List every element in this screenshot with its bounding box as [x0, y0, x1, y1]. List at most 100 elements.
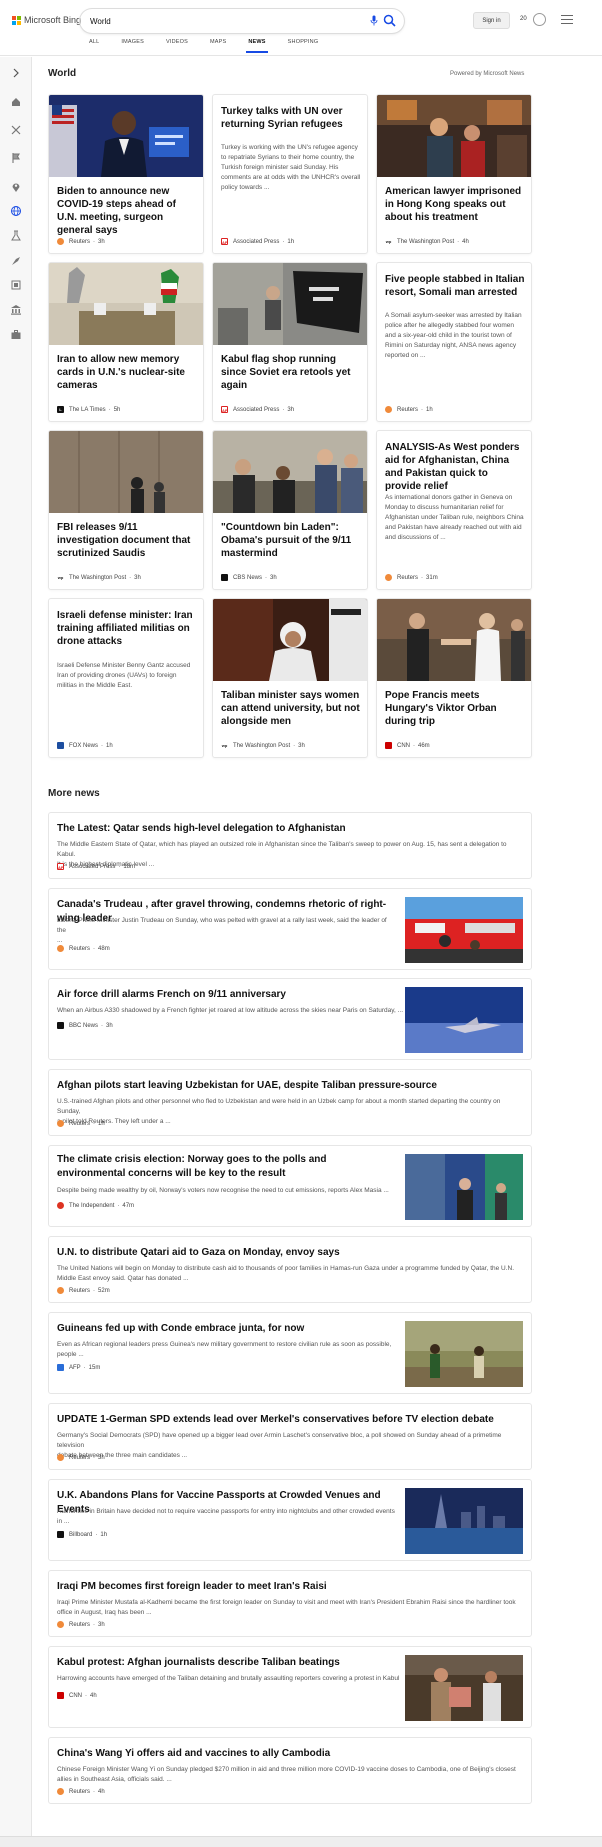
search-icon[interactable]: [383, 14, 396, 27]
news-source[interactable]: Reuters · 48m: [57, 945, 110, 952]
news-list-item[interactable]: The climate crisis election: Norway goes…: [48, 1145, 532, 1227]
source-time: 1h: [426, 406, 433, 413]
science-icon[interactable]: [10, 230, 22, 242]
card-source[interactable]: Reuters · 3h: [57, 238, 105, 245]
news-title[interactable]: Afghan pilots start leaving Uzbekistan f…: [57, 1079, 437, 1093]
news-source[interactable]: Billboard · 1h: [57, 1531, 107, 1538]
search-input[interactable]: [90, 16, 320, 26]
news-card[interactable]: Taliban minister says women can attend u…: [212, 598, 368, 758]
card-title[interactable]: Five people stabbed in Italian resort, S…: [385, 273, 525, 299]
news-title[interactable]: The Latest: Qatar sends high-level deleg…: [57, 822, 346, 836]
tab-shopping[interactable]: SHOPPING: [288, 39, 319, 53]
card-title[interactable]: Kabul flag shop running since Soviet era…: [221, 353, 361, 392]
news-source[interactable]: CNN · 4h: [57, 1692, 97, 1699]
search-box[interactable]: [80, 9, 404, 33]
news-source[interactable]: AFP · 15m: [57, 1364, 100, 1371]
card-source[interactable]: AP Associated Press · 1h: [221, 238, 294, 245]
powered-by-label[interactable]: Powered by Microsoft News: [450, 71, 524, 77]
source-name: The LA Times: [69, 406, 106, 413]
news-title[interactable]: UPDATE 1-German SPD extends lead over Me…: [57, 1413, 494, 1427]
news-card[interactable]: Five people stabbed in Italian resort, S…: [376, 262, 532, 422]
tab-images[interactable]: IMAGES: [121, 39, 144, 53]
location-icon[interactable]: [10, 181, 22, 193]
news-card[interactable]: Biden to announce new COVID-19 steps ahe…: [48, 94, 204, 254]
news-title[interactable]: Kabul protest: Afghan journalists descri…: [57, 1656, 397, 1670]
rewards-count[interactable]: 20: [520, 16, 527, 22]
card-source[interactable]: wp The Washington Post · 3h: [57, 574, 141, 581]
news-title[interactable]: China's Wang Yi offers aid and vaccines …: [57, 1747, 330, 1761]
card-title[interactable]: Iran to allow new memory cards in U.N.'s…: [57, 353, 197, 392]
business-icon[interactable]: [10, 329, 22, 341]
news-list-item[interactable]: Canada's Trudeau , after gravel throwing…: [48, 888, 532, 970]
card-source[interactable]: CNN · 46m: [385, 742, 430, 749]
news-list-item[interactable]: Afghan pilots start leaving Uzbekistan f…: [48, 1069, 532, 1136]
card-title[interactable]: American lawyer imprisoned in Hong Kong …: [385, 185, 525, 224]
card-title[interactable]: "Countdown bin Laden": Obama's pursuit o…: [221, 521, 361, 560]
news-title[interactable]: Air force drill alarms French on 9/11 an…: [57, 988, 397, 1002]
news-source[interactable]: Reuters · 52m: [57, 1287, 110, 1294]
rewards-icon[interactable]: [533, 13, 546, 26]
news-source[interactable]: BBC News · 3h: [57, 1022, 113, 1029]
sign-in-button[interactable]: Sign in: [473, 12, 510, 29]
politics-icon[interactable]: [10, 304, 22, 316]
news-list-item[interactable]: Kabul protest: Afghan journalists descri…: [48, 1646, 532, 1728]
news-card[interactable]: Pope Francis meets Hungary's Viktor Orba…: [376, 598, 532, 758]
card-source[interactable]: AP Associated Press · 3h: [221, 406, 294, 413]
card-title[interactable]: Israeli defense minister: Iran training …: [57, 609, 197, 648]
globe-icon[interactable]: [10, 205, 22, 217]
card-source[interactable]: L The LA Times · 5h: [57, 406, 120, 413]
news-list-item[interactable]: UPDATE 1-German SPD extends lead over Me…: [48, 1403, 532, 1470]
card-source[interactable]: Reuters · 31m: [385, 574, 438, 581]
card-title[interactable]: FBI releases 9/11 investigation document…: [57, 521, 197, 560]
tab-all[interactable]: ALL: [89, 39, 99, 53]
news-card[interactable]: Turkey talks with UN over returning Syri…: [212, 94, 368, 254]
news-source[interactable]: Reuters · 1h: [57, 1120, 105, 1127]
news-title[interactable]: U.N. to distribute Qatari aid to Gaza on…: [57, 1246, 340, 1260]
covid-icon[interactable]: [10, 124, 22, 136]
flag-icon[interactable]: [10, 152, 22, 164]
news-source[interactable]: AP Associated Press · 18m: [57, 863, 135, 870]
expand-sidebar-icon[interactable]: [10, 67, 22, 79]
news-source[interactable]: Reuters · 3h: [57, 1454, 105, 1461]
news-list-item[interactable]: Air force drill alarms French on 9/11 an…: [48, 978, 532, 1060]
news-list-item[interactable]: The Latest: Qatar sends high-level deleg…: [48, 812, 532, 879]
news-source[interactable]: Reuters · 4h: [57, 1788, 105, 1795]
tab-maps[interactable]: MAPS: [210, 39, 226, 53]
card-source[interactable]: Reuters · 1h: [385, 406, 433, 413]
news-source[interactable]: The Independent · 47m: [57, 1202, 134, 1209]
microphone-icon[interactable]: [370, 15, 378, 26]
news-title[interactable]: The climate crisis election: Norway goes…: [57, 1153, 397, 1181]
news-card[interactable]: "Countdown bin Laden": Obama's pursuit o…: [212, 430, 368, 590]
card-source[interactable]: wp The Washington Post · 3h: [221, 742, 305, 749]
news-list-item[interactable]: Guineans fed up with Conde embrace junta…: [48, 1312, 532, 1394]
news-title[interactable]: Iraqi PM becomes first foreign leader to…: [57, 1580, 327, 1594]
card-title[interactable]: Pope Francis meets Hungary's Viktor Orba…: [385, 689, 525, 728]
hamburger-menu-icon[interactable]: [561, 15, 573, 25]
news-list-item[interactable]: Iraqi PM becomes first foreign leader to…: [48, 1570, 532, 1637]
news-card[interactable]: American lawyer imprisoned in Hong Kong …: [376, 94, 532, 254]
news-list-item[interactable]: U.N. to distribute Qatari aid to Gaza on…: [48, 1236, 532, 1303]
card-title[interactable]: ANALYSIS-As West ponders aid for Afghani…: [385, 441, 525, 493]
card-source[interactable]: FOX News · 1h: [57, 742, 113, 749]
news-list-item[interactable]: China's Wang Yi offers aid and vaccines …: [48, 1737, 532, 1804]
news-source[interactable]: Reuters · 3h: [57, 1621, 105, 1628]
home-icon[interactable]: [10, 96, 22, 108]
news-card[interactable]: Kabul flag shop running since Soviet era…: [212, 262, 368, 422]
tab-news[interactable]: NEWS: [246, 39, 269, 53]
sports-icon[interactable]: [10, 255, 22, 267]
bing-logo[interactable]: Microsoft Bing: [12, 15, 81, 25]
entertainment-icon[interactable]: [10, 279, 22, 291]
card-source[interactable]: CBS News · 3h: [221, 574, 277, 581]
news-title[interactable]: Guineans fed up with Conde embrace junta…: [57, 1322, 397, 1336]
news-card[interactable]: ANALYSIS-As West ponders aid for Afghani…: [376, 430, 532, 590]
news-card[interactable]: Iran to allow new memory cards in U.N.'s…: [48, 262, 204, 422]
news-card[interactable]: Israeli defense minister: Iran training …: [48, 598, 204, 758]
card-title[interactable]: Biden to announce new COVID-19 steps ahe…: [57, 185, 197, 237]
card-title[interactable]: Taliban minister says women can attend u…: [221, 689, 361, 728]
news-card[interactable]: FBI releases 9/11 investigation document…: [48, 430, 204, 590]
news-list-item[interactable]: U.K. Abandons Plans for Vaccine Passport…: [48, 1479, 532, 1561]
tab-videos[interactable]: VIDEOS: [166, 39, 188, 53]
card-title[interactable]: Turkey talks with UN over returning Syri…: [221, 105, 361, 131]
source-time: 4h: [90, 1692, 97, 1699]
card-source[interactable]: wp The Washington Post · 4h: [385, 238, 469, 245]
